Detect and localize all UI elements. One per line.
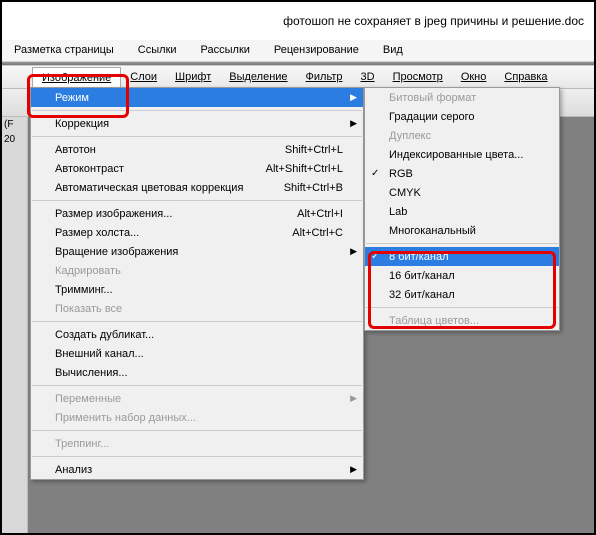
menu-item-trim[interactable]: Тримминг... bbox=[31, 280, 363, 299]
ribbon-tab-layout[interactable]: Разметка страницы bbox=[2, 40, 126, 61]
shortcut: Alt+Shift+Ctrl+L bbox=[266, 163, 343, 175]
chevron-right-icon: ▶ bbox=[350, 118, 357, 129]
shortcut: Shift+Ctrl+B bbox=[284, 182, 343, 194]
menu-window[interactable]: Окно bbox=[452, 67, 496, 87]
ribbon-tab-view[interactable]: Вид bbox=[371, 40, 415, 61]
menu-item-image-size[interactable]: Размер изображения...Alt+Ctrl+I bbox=[31, 204, 363, 223]
mode-color-table: Таблица цветов... bbox=[365, 311, 559, 330]
menu-item-reveal-all: Показать все bbox=[31, 299, 363, 318]
menu-separator bbox=[32, 200, 362, 201]
mode-32bit[interactable]: 32 бит/канал bbox=[365, 285, 559, 304]
menu-item-analysis[interactable]: Анализ▶ bbox=[31, 460, 363, 479]
menu-separator bbox=[32, 321, 362, 322]
menu-item-mode[interactable]: Режим▶ bbox=[31, 88, 363, 107]
ribbon-tab-links[interactable]: Ссылки bbox=[126, 40, 189, 61]
mode-16bit[interactable]: 16 бит/канал bbox=[365, 266, 559, 285]
menu-item-duplicate[interactable]: Создать дубликат... bbox=[31, 325, 363, 344]
menu-3d[interactable]: 3D bbox=[352, 67, 384, 87]
menu-select[interactable]: Выделение bbox=[220, 67, 296, 87]
photoshop-menubar: Изображение Слои Шрифт Выделение Фильтр … bbox=[2, 65, 594, 89]
window-titlebar: фотошоп не сохраняет в jpeg причины и ре… bbox=[2, 2, 594, 40]
menu-item-auto-color[interactable]: Автоматическая цветовая коррекцияShift+C… bbox=[31, 178, 363, 197]
shortcut: Alt+Ctrl+I bbox=[297, 208, 343, 220]
mode-bitmap: Битовый формат bbox=[365, 88, 559, 107]
menu-item-crop: Кадрировать bbox=[31, 261, 363, 280]
menu-item-image-rotation[interactable]: Вращение изображения▶ bbox=[31, 242, 363, 261]
menu-image[interactable]: Изображение bbox=[32, 67, 121, 88]
mode-cmyk[interactable]: CMYK bbox=[365, 183, 559, 202]
mode-lab[interactable]: Lab bbox=[365, 202, 559, 221]
menu-type[interactable]: Шрифт bbox=[166, 67, 220, 87]
chevron-right-icon: ▶ bbox=[350, 92, 357, 103]
menu-item-auto-tone[interactable]: АвтотонShift+Ctrl+L bbox=[31, 140, 363, 159]
mode-submenu: Битовый формат Градации серого Дуплекс И… bbox=[364, 87, 560, 331]
menu-separator bbox=[366, 243, 558, 244]
menu-item-apply-image[interactable]: Внешний канал... bbox=[31, 344, 363, 363]
window-title: фотошоп не сохраняет в jpeg причины и ре… bbox=[283, 14, 584, 28]
chevron-right-icon: ▶ bbox=[350, 464, 357, 475]
ribbon-tab-mailings[interactable]: Рассылки bbox=[189, 40, 262, 61]
menu-separator bbox=[32, 430, 362, 431]
checkmark-icon: ✓ bbox=[371, 251, 379, 262]
image-menu-dropdown: Режим▶ Коррекция▶ АвтотонShift+Ctrl+L Ав… bbox=[30, 87, 364, 480]
menu-view[interactable]: Просмотр bbox=[384, 67, 452, 87]
menu-item-variables: Переменные▶ bbox=[31, 389, 363, 408]
mode-duotone: Дуплекс bbox=[365, 126, 559, 145]
checkmark-icon: ✓ bbox=[371, 168, 379, 179]
menu-separator bbox=[32, 136, 362, 137]
shortcut: Alt+Ctrl+C bbox=[292, 227, 343, 239]
menu-help[interactable]: Справка bbox=[495, 67, 556, 87]
menu-item-apply-dataset: Применить набор данных... bbox=[31, 408, 363, 427]
mode-multichannel[interactable]: Многоканальный bbox=[365, 221, 559, 240]
menu-separator bbox=[32, 110, 362, 111]
menu-item-auto-contrast[interactable]: АвтоконтрастAlt+Shift+Ctrl+L bbox=[31, 159, 363, 178]
ribbon-tab-review[interactable]: Рецензирование bbox=[262, 40, 371, 61]
menu-item-trap: Треппинг... bbox=[31, 434, 363, 453]
document-tab-strip: (F 20 bbox=[2, 117, 28, 533]
menu-separator bbox=[366, 307, 558, 308]
menu-filter[interactable]: Фильтр bbox=[297, 67, 352, 87]
mode-rgb[interactable]: ✓RGB bbox=[365, 164, 559, 183]
menu-item-canvas-size[interactable]: Размер холста...Alt+Ctrl+C bbox=[31, 223, 363, 242]
mode-8bit[interactable]: ✓8 бит/канал bbox=[365, 247, 559, 266]
doc-label-1: (F bbox=[2, 117, 27, 132]
menu-separator bbox=[32, 385, 362, 386]
menu-item-adjustments[interactable]: Коррекция▶ bbox=[31, 114, 363, 133]
mode-grayscale[interactable]: Градации серого bbox=[365, 107, 559, 126]
chevron-right-icon: ▶ bbox=[350, 393, 357, 404]
menu-layers[interactable]: Слои bbox=[121, 67, 166, 87]
mode-indexed[interactable]: Индексированные цвета... bbox=[365, 145, 559, 164]
chevron-right-icon: ▶ bbox=[350, 246, 357, 257]
menu-separator bbox=[32, 456, 362, 457]
word-menubar: Разметка страницы Ссылки Рассылки Реценз… bbox=[2, 40, 594, 62]
shortcut: Shift+Ctrl+L bbox=[285, 144, 343, 156]
doc-label-2: 20 bbox=[2, 132, 27, 147]
menu-item-calculations[interactable]: Вычисления... bbox=[31, 363, 363, 382]
